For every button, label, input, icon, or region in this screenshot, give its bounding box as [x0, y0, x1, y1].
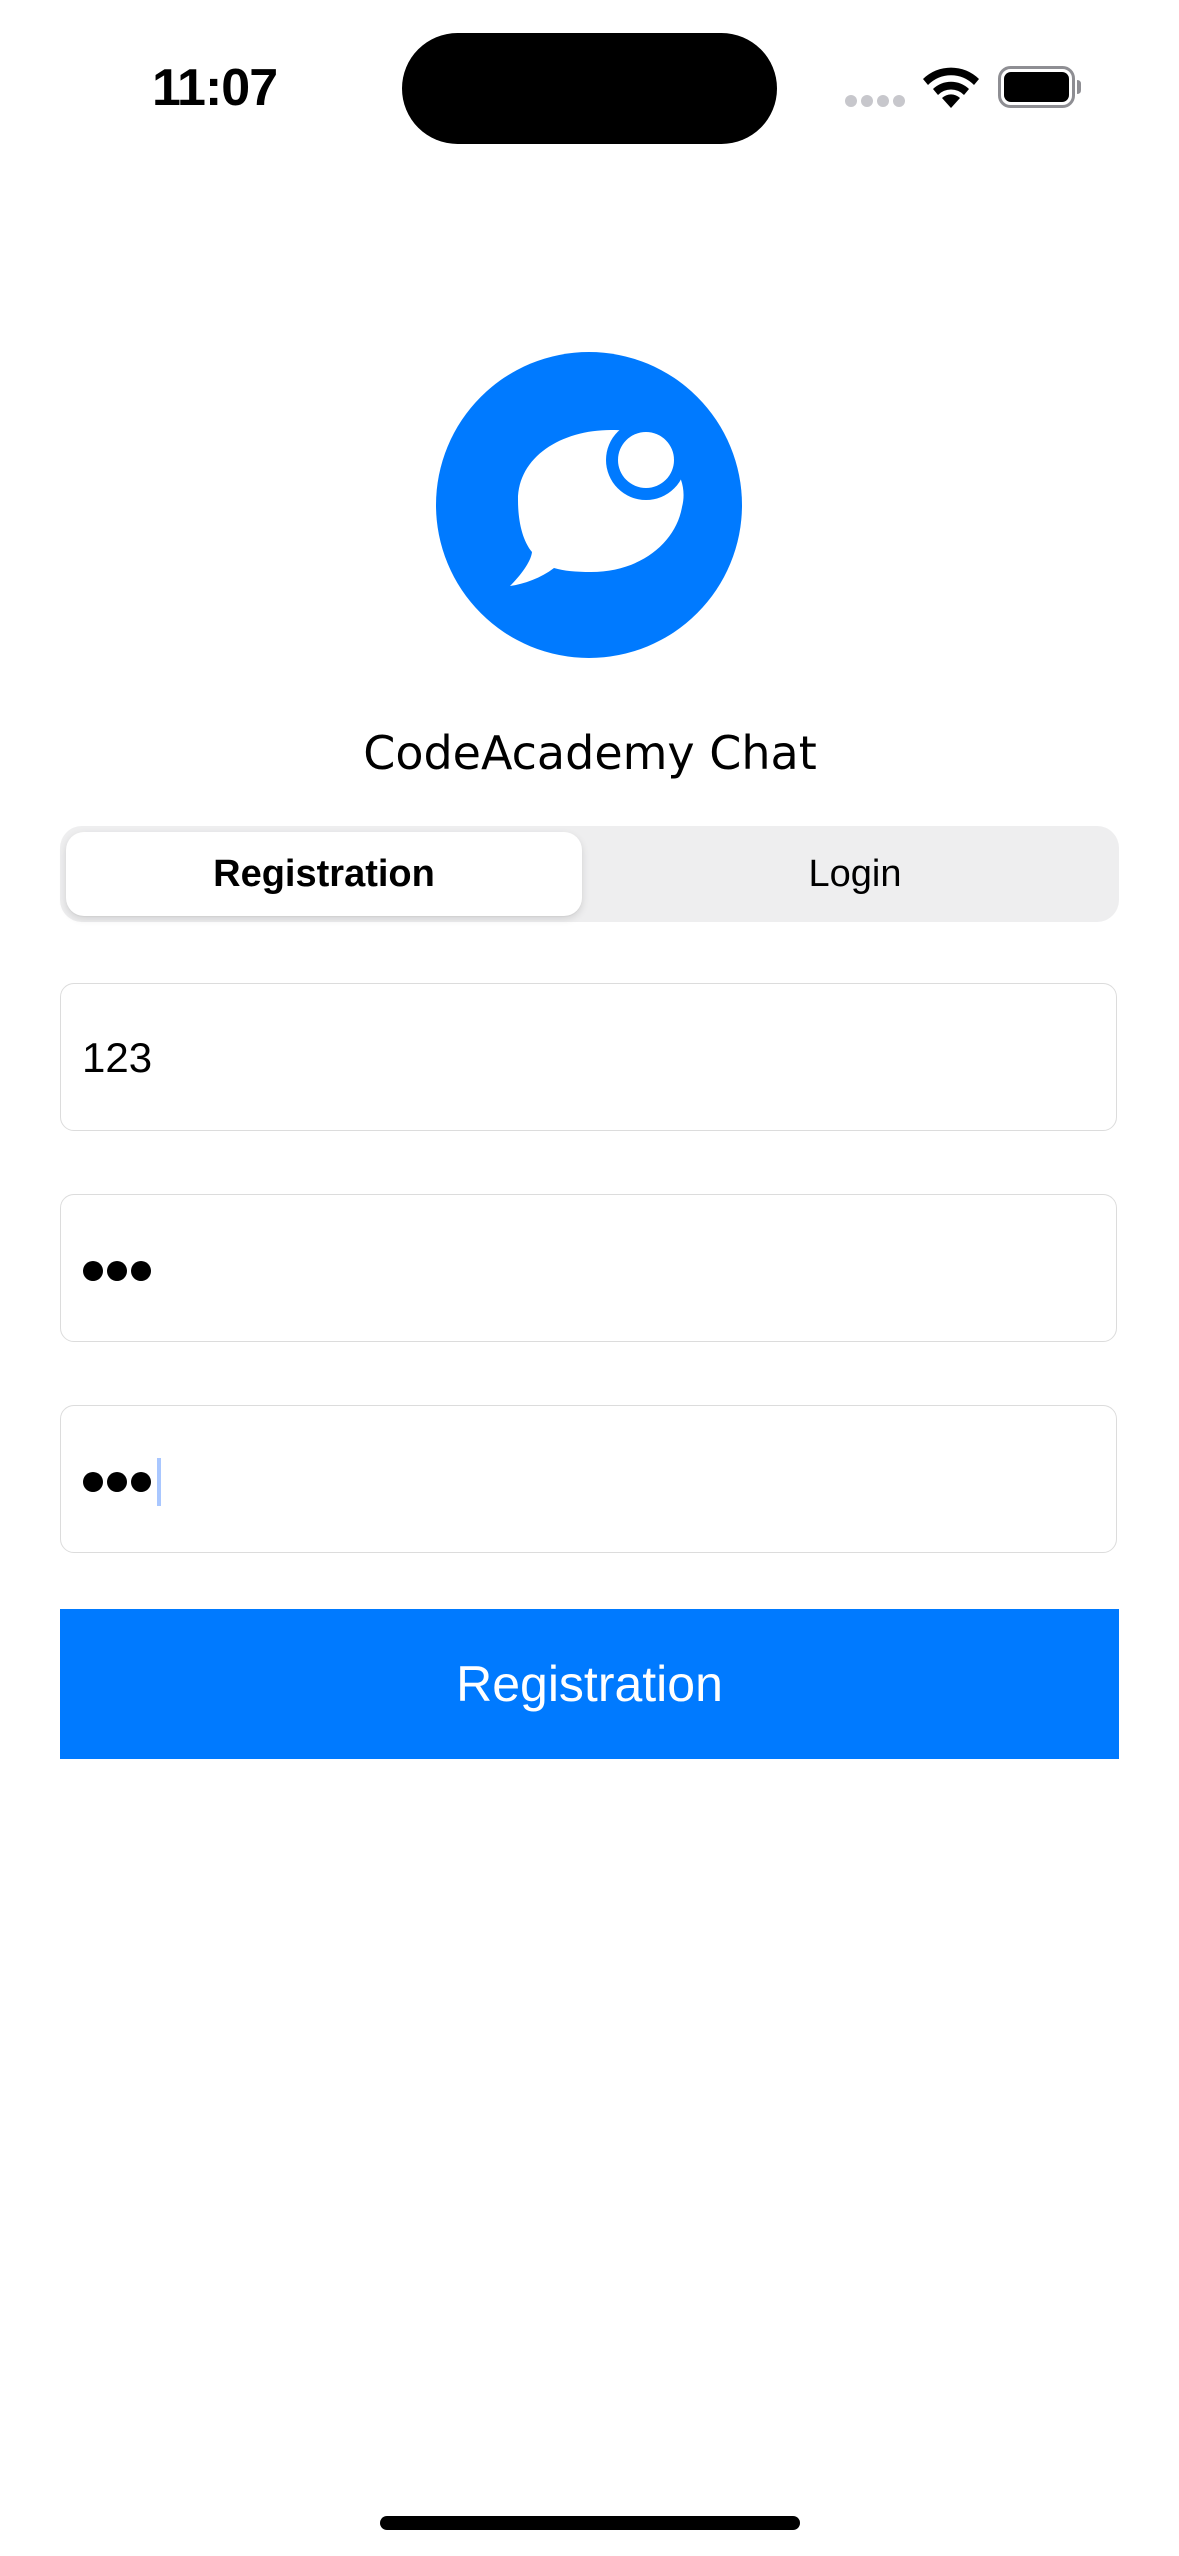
segment-login[interactable]: Login	[597, 832, 1113, 916]
segment-registration[interactable]: Registration	[66, 832, 582, 916]
chat-bubble-icon	[436, 352, 742, 658]
text-cursor	[157, 1458, 161, 1507]
cellular-signal-icon	[845, 95, 905, 107]
confirm-password-masked-value	[83, 1406, 161, 1554]
app-title: CodeAcademy Chat	[363, 726, 817, 780]
status-bar-time: 11:07	[152, 59, 278, 117]
dynamic-island	[402, 33, 777, 144]
auth-mode-segmented-control: Registration Login	[60, 826, 1119, 922]
registration-button[interactable]: Registration	[60, 1609, 1119, 1759]
confirm-password-field[interactable]	[60, 1405, 1117, 1553]
home-indicator[interactable]	[380, 2516, 800, 2530]
wifi-icon	[923, 67, 979, 108]
battery-icon	[998, 66, 1081, 108]
username-field[interactable]: 123	[60, 983, 1117, 1131]
username-field-value: 123	[82, 1034, 153, 1081]
password-field[interactable]	[60, 1194, 1117, 1342]
password-masked-value	[83, 1195, 155, 1343]
